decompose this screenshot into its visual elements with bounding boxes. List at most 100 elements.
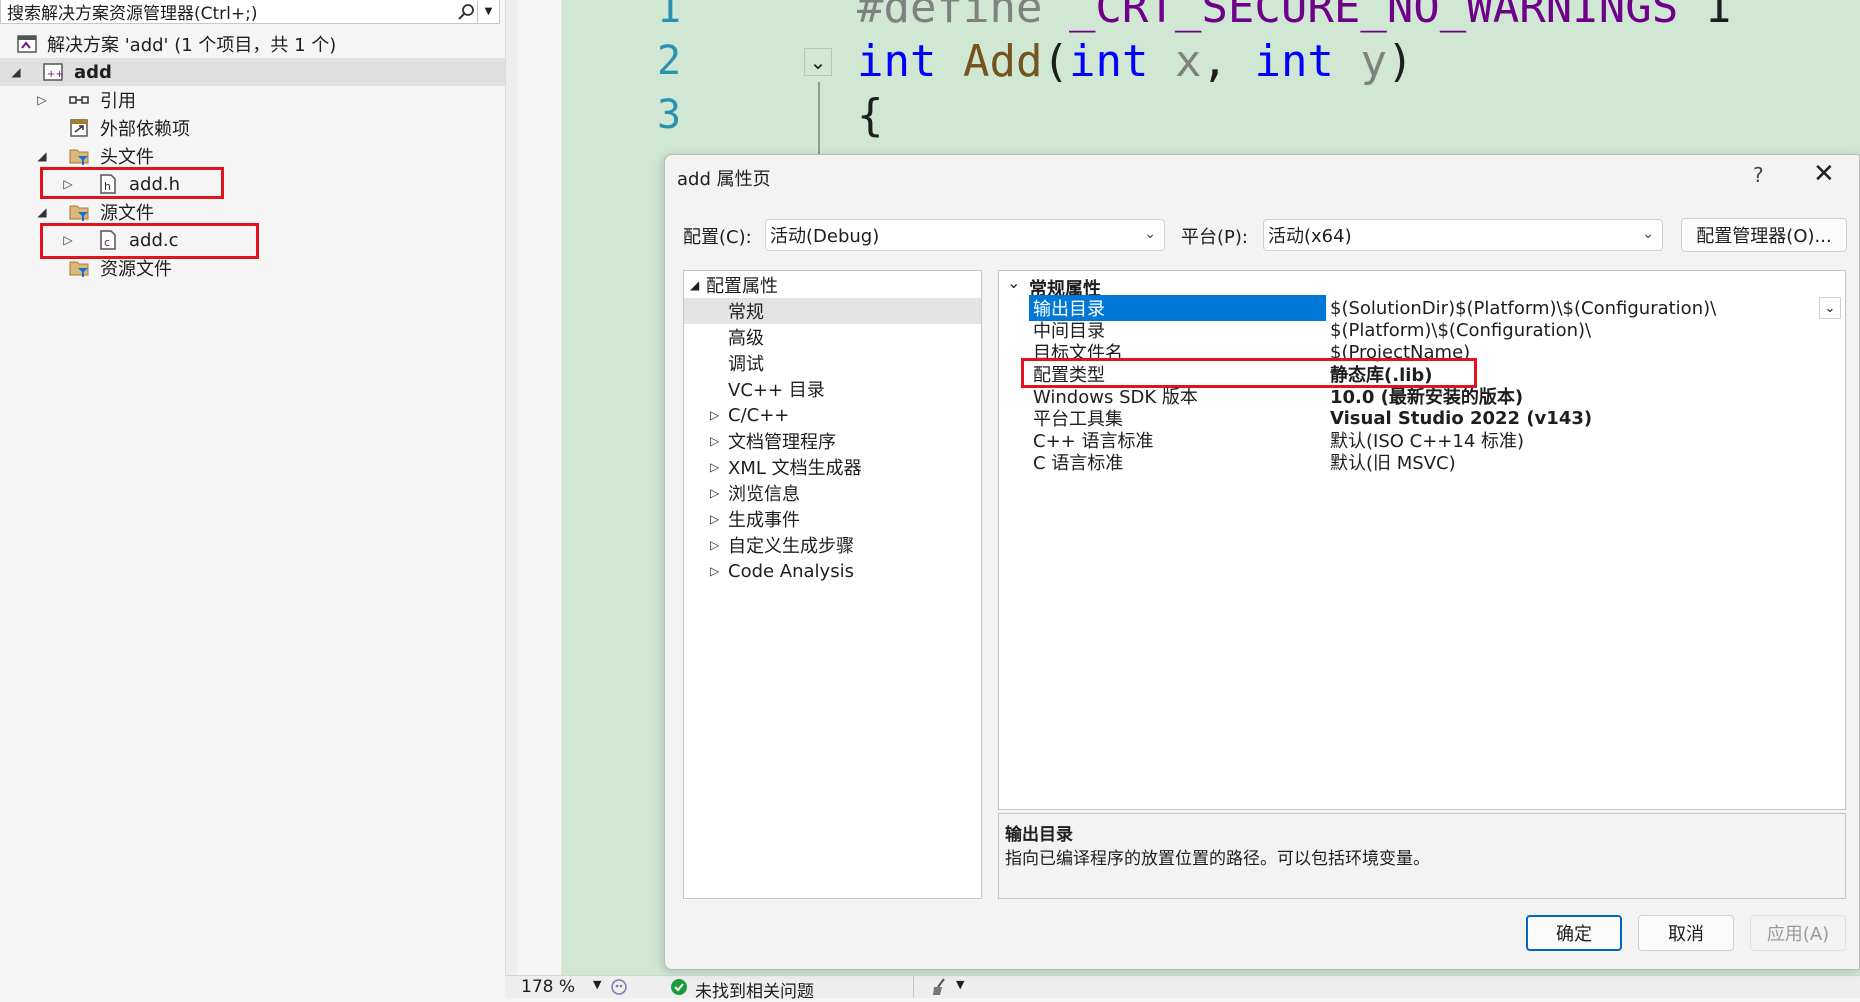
ok-button[interactable]: 确定 [1526,915,1622,951]
chevron-down-icon[interactable]: ⌄ [1007,273,1020,292]
code-param: y [1360,36,1387,87]
resource-files-label: 资源文件 [100,259,172,280]
nav-item-general[interactable]: 常规 [684,298,981,324]
zoom-dropdown-icon[interactable]: ▼ [593,978,601,991]
code-line-3[interactable]: { [857,90,884,141]
panel-splitter[interactable] [505,0,517,998]
tree-source-files[interactable]: ◢ 源文件 [0,198,505,226]
platform-select[interactable]: 活动(x64) ⌄ [1263,219,1663,251]
editor-status-bar: 178 % ▼ 未找到相关问题 ▼ [505,975,1860,1002]
nav-item-vc-directories[interactable]: VC++ 目录 [684,376,981,402]
filter-folder-icon [68,201,90,223]
nav-group-label: 浏览信息 [728,484,800,505]
nav-group-label: 文档管理程序 [728,432,836,453]
code-keyword: int [1068,36,1149,87]
filter-folder-icon [68,257,90,279]
line-number: 2 [657,38,682,84]
platform-value: 活动(x64) [1268,226,1352,247]
solution-label: 解决方案 'add' (1 个项目，共 1 个) [47,35,337,56]
search-options-dropdown-icon[interactable]: ▼ [477,0,499,23]
property-pages-dialog: add 属性页 ? ✕ 配置(C): 活动(Debug) ⌄ 平台(P): 活动… [664,154,1860,970]
nav-item-label: 常规 [728,302,764,323]
code-line-1[interactable]: #define _CRT_SECURE_NO_WARNINGS 1 [857,0,1731,33]
expand-arrow-icon[interactable]: ▷ [710,408,719,422]
collapse-arrow-icon[interactable]: ◢ [690,278,699,292]
expand-arrow-icon[interactable]: ▷ [36,93,48,107]
solution-explorer: 搜索解决方案资源管理器(Ctrl+;) ▼ 解决方案 'add' (1 个项目，… [0,0,505,998]
tree-header-files[interactable]: ◢ 头文件 [0,142,505,170]
collapse-arrow-icon[interactable]: ◢ [10,65,22,79]
tree-project[interactable]: ◢ ++ add [0,58,505,86]
tree-references[interactable]: ▷ 引用 [0,86,505,114]
cleanup-brush-icon[interactable] [930,977,950,1002]
search-box[interactable]: 搜索解决方案资源管理器(Ctrl+;) ▼ [0,0,500,24]
editor-margin [517,0,562,998]
code-param: x [1174,36,1202,87]
fold-toggle-icon[interactable]: ⌄ [804,48,832,76]
expand-arrow-icon[interactable]: ▷ [710,434,719,448]
nav-group-cpp[interactable]: ▷ C/C++ [684,402,981,428]
cancel-button[interactable]: 取消 [1638,915,1734,951]
highlight-box-add-h [40,167,224,199]
code-keyword: int [1254,36,1334,87]
cleanup-dropdown-icon[interactable]: ▼ [956,978,964,991]
nav-group-label: XML 文档生成器 [728,458,862,479]
zoom-level[interactable]: 178 % [521,977,575,997]
nav-item-advanced[interactable]: 高级 [684,324,981,350]
apply-button[interactable]: 应用(A) [1750,915,1846,951]
close-button[interactable]: ✕ [1813,159,1835,189]
tree-resource-files[interactable]: 资源文件 [0,254,505,282]
property-value[interactable]: 默认(旧 MSVC) [1330,449,1456,475]
config-select[interactable]: 活动(Debug) ⌄ [765,219,1165,251]
collapse-arrow-icon[interactable]: ◢ [36,149,48,163]
description-title: 输出目录 [1005,825,1073,845]
collapse-arrow-icon[interactable]: ◢ [36,205,48,219]
search-icon[interactable] [455,1,477,23]
expand-arrow-icon[interactable]: ▷ [710,486,719,500]
nav-root-label: 配置属性 [706,276,778,297]
nav-group-label: Code Analysis [728,560,854,582]
external-deps-label: 外部依赖项 [100,119,190,140]
references-icon [68,89,90,111]
code-directive: #define [857,0,1043,33]
nav-config-properties[interactable]: ◢ 配置属性 [684,272,981,298]
nav-item-debugging[interactable]: 调试 [684,350,981,376]
tree-solution[interactable]: 解决方案 'add' (1 个项目，共 1 个) [0,30,505,58]
code-value: 1 [1704,0,1732,33]
help-button[interactable]: ? [1753,163,1764,187]
nav-group-manifest-tool[interactable]: ▷ 文档管理程序 [684,428,981,454]
solution-icon [16,33,38,55]
nav-group-browse-info[interactable]: ▷ 浏览信息 [684,480,981,506]
project-icon: ++ [42,61,64,83]
nav-group-label: 自定义生成步骤 [728,536,854,557]
copilot-icon[interactable] [609,977,629,1002]
code-comma: , [1201,36,1228,87]
nav-item-label: VC++ 目录 [728,380,825,401]
code-keyword: int [857,36,937,87]
nav-group-build-events[interactable]: ▷ 生成事件 [684,506,981,532]
chevron-down-icon: ⌄ [1144,226,1156,242]
nav-group-custom-build[interactable]: ▷ 自定义生成步骤 [684,532,981,558]
issues-status[interactable]: 未找到相关问题 [695,977,814,1002]
search-input[interactable]: 搜索解决方案资源管理器(Ctrl+;) [1,0,455,24]
expand-arrow-icon[interactable]: ▷ [710,564,719,578]
platform-label: 平台(P): [1181,227,1248,248]
property-description: 输出目录 指向已编译程序的放置位置的路径。可以包括环境变量。 [998,813,1846,899]
svg-text:++: ++ [47,69,64,80]
config-value: 活动(Debug) [770,226,880,247]
nav-group-label: C/C++ [728,404,790,426]
config-manager-button[interactable]: 配置管理器(O)... [1681,218,1847,252]
tree-external-deps[interactable]: 外部依赖项 [0,114,505,142]
source-files-label: 源文件 [100,203,154,224]
expand-arrow-icon[interactable]: ▷ [710,538,719,552]
nav-item-label: 调试 [728,354,764,375]
filter-folder-icon [68,145,90,167]
expand-arrow-icon[interactable]: ▷ [710,512,719,526]
chevron-down-icon[interactable]: ⌄ [1819,297,1841,319]
expand-arrow-icon[interactable]: ▷ [710,460,719,474]
code-line-2[interactable]: int Add(int x, int y) [857,36,1413,87]
property-name: C 语言标准 [1033,453,1124,474]
property-row[interactable]: C 语言标准 默认(旧 MSVC) [999,449,1845,475]
nav-group-xml-doc[interactable]: ▷ XML 文档生成器 [684,454,981,480]
nav-group-code-analysis[interactable]: ▷ Code Analysis [684,558,981,584]
